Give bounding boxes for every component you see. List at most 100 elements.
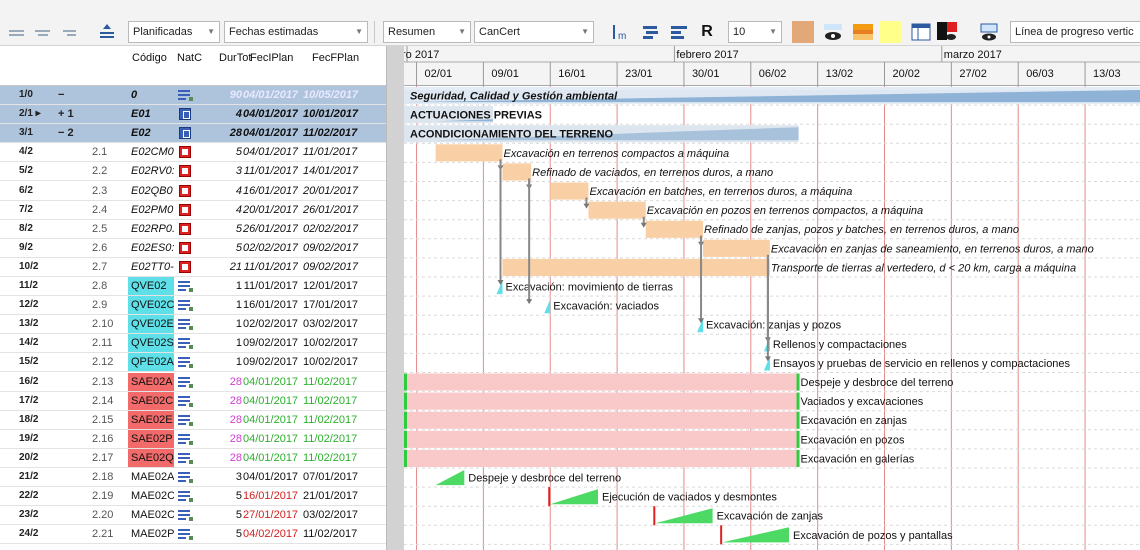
table-row[interactable]: 5/2 2.2 E02RV0: 3 11/01/2017 14/01/2017 [0,162,386,182]
align-left-icon[interactable] [6,21,28,43]
col-header-fecip[interactable]: FecIPlan [250,52,293,64]
row-number: 15/2 [19,356,39,368]
pane-splitter[interactable] [386,46,404,550]
week-label: 13/03 [1093,68,1121,80]
task-bar[interactable] [435,470,465,486]
task-bar[interactable] [550,489,598,505]
task-bar[interactable] [588,201,646,219]
task-bar[interactable] [435,144,503,162]
color-swatch-tan[interactable] [792,21,814,43]
filter-select[interactable]: Planificadas ▼ [128,21,220,43]
table-row[interactable]: 22/2 2.19 MAE02C 5 16/01/2017 21/01/2017 [0,487,386,507]
row-level[interactable]: − 2 [58,124,118,142]
resource-lines-icon [178,452,193,464]
row-code: SAE02A [128,372,174,391]
row-number: 6/2 [19,184,33,196]
table-row[interactable]: 3/1 − 2 E02 28 04/01/2017 11/02/2017 [0,124,386,144]
row-number: 12/2 [19,299,39,311]
table-row[interactable]: 24/2 2.21 MAE02P 5 04/02/2017 11/02/2017 [0,525,386,545]
row-code: E02RP0. [131,222,174,235]
col-header-fecfp[interactable]: FecFPlan [312,52,359,64]
task-bar[interactable] [404,430,799,448]
table-row[interactable]: 19/2 2.16 SAE02P 28 04/01/2017 11/02/2017 [0,429,386,449]
align-center-icon[interactable] [32,21,54,43]
table-row[interactable]: 9/2 2.6 E02ES0: 5 02/02/2017 09/02/2017 [0,239,386,258]
row-level[interactable]: + 1 [58,105,118,123]
row-number: 1/0 [19,89,33,100]
milestone-marker[interactable] [544,299,551,314]
timescale-icon[interactable]: m [610,21,632,43]
row-duration: 90 [229,89,242,101]
task-bar[interactable] [645,220,704,238]
row-end-date: 11/01/2017 [303,146,358,159]
color-black-red-icon[interactable] [936,21,958,43]
task-bar[interactable] [404,411,799,429]
row-level[interactable]: − [58,86,118,104]
r-button[interactable]: R [696,21,718,43]
table-row[interactable]: 15/2 2.12 QPE02A 1 09/02/2017 10/02/2017 [0,353,386,373]
progress-line-select[interactable]: Línea de progreso vertic [1010,21,1140,43]
table-row[interactable]: 21/2 2.18 MAE02A 3 04/01/2017 07/01/2017 [0,468,386,487]
table-row[interactable]: 11/2 2.8 QVE02 1 11/01/2017 12/01/2017 [0,277,386,296]
row-number: 17/2 [19,394,39,406]
color-swatch-orange[interactable] [852,21,874,43]
task-bar[interactable] [722,527,789,543]
table-row[interactable]: 16/2 2.13 SAE02A 28 04/01/2017 11/02/2017 [0,372,386,392]
row-level: 2.11 [92,337,113,350]
table-row[interactable]: 12/2 2.9 QVE02C 1 16/01/2017 17/01/2017 [0,296,386,316]
row-number: 21/2 [19,471,39,482]
task-bar[interactable] [502,258,770,276]
field-select[interactable]: CanCert ▼ [474,21,594,43]
table-row[interactable]: 6/2 2.3 E02QB0 4 16/01/2017 20/01/2017 [0,182,386,201]
task-bar[interactable] [550,182,589,200]
row-level: 2.10 [92,318,114,331]
table-row[interactable]: 2/1 ▸ + 1 E01 4 04/01/2017 10/01/2017 [0,105,386,125]
color-swatch-yellow[interactable] [880,21,902,43]
table-row[interactable]: 1/0 − 0 90 04/01/2017 10/05/2017 [0,86,386,105]
gantt-canvas: ro 2017 febrero 2017 marzo 2017 02/01 09/01 1… [404,46,1140,550]
eye-icon[interactable] [822,21,844,43]
week-label: 02/01 [425,68,453,80]
row-end-date: 17/01/2017 [303,299,359,312]
sort-icon[interactable] [96,21,118,43]
zoom-select[interactable]: 10 ▼ [728,21,782,43]
task-bar[interactable] [404,373,799,391]
row-duration: 4 [235,203,242,216]
task-bar[interactable] [404,392,799,410]
table-row[interactable]: 10/2 2.7 E02TT0- 21 11/01/2017 09/02/2017 [0,258,386,277]
col-header-code[interactable]: Código [132,52,167,64]
progress-eye-icon[interactable] [978,21,1000,43]
table-icon[interactable] [910,21,932,43]
table-row[interactable]: 14/2 2.11 QVE02S 1 09/02/2017 10/02/2017 [0,334,386,354]
bar-label: Excavación de zanjas [717,511,824,523]
gantt-bars-icon[interactable] [640,21,662,43]
row-duration: 5 [235,490,242,503]
table-row[interactable]: 18/2 2.15 SAE02E 28 04/01/2017 11/02/2017 [0,410,386,430]
dates-select[interactable]: Fechas estimadas ▼ [224,21,368,43]
table-row[interactable]: 13/2 2.10 QVE02E 1 02/02/2017 03/02/2017 [0,315,386,335]
resource-lines-icon [178,472,193,483]
natc-cell [176,220,198,238]
table-row[interactable]: 8/2 2.5 E02RP0. 5 26/01/2017 02/02/2017 [0,220,386,239]
align-right-icon[interactable] [58,21,80,43]
table-row[interactable]: 20/2 2.17 SAE02Q 28 04/01/2017 11/02/2017 [0,448,386,468]
row-start-date: 04/01/2017 [243,471,298,483]
row-number: 16/2 [19,375,39,387]
table-row[interactable]: 7/2 2.4 E02PM0 4 20/01/2017 26/01/2017 [0,201,386,220]
start-marker [548,487,551,507]
outline-icon[interactable] [668,21,690,43]
row-number: 5/2 [19,165,33,177]
table-row[interactable]: 23/2 2.20 MAE02C 5 27/01/2017 03/02/2017 [0,506,386,526]
gantt-chart: ro 2017 febrero 2017 marzo 2017 02/01 09/01 1… [404,46,1140,550]
natc-cell [176,487,198,505]
task-bar[interactable] [404,449,799,467]
table-row[interactable]: 4/2 2.1 E02CM0 5 04/01/2017 11/01/2017 [0,143,386,163]
col-header-dur[interactable]: DurTot [219,52,251,64]
table-row[interactable]: 17/2 2.14 SAE02C 28 04/01/2017 11/02/2017 [0,391,386,411]
natc-cell [176,392,198,410]
view-select[interactable]: Resumen ▼ [383,21,471,43]
task-bar[interactable] [703,239,770,257]
col-header-nat[interactable]: NatC [177,52,202,64]
progress-marker [796,449,800,467]
task-bar[interactable] [502,163,532,181]
